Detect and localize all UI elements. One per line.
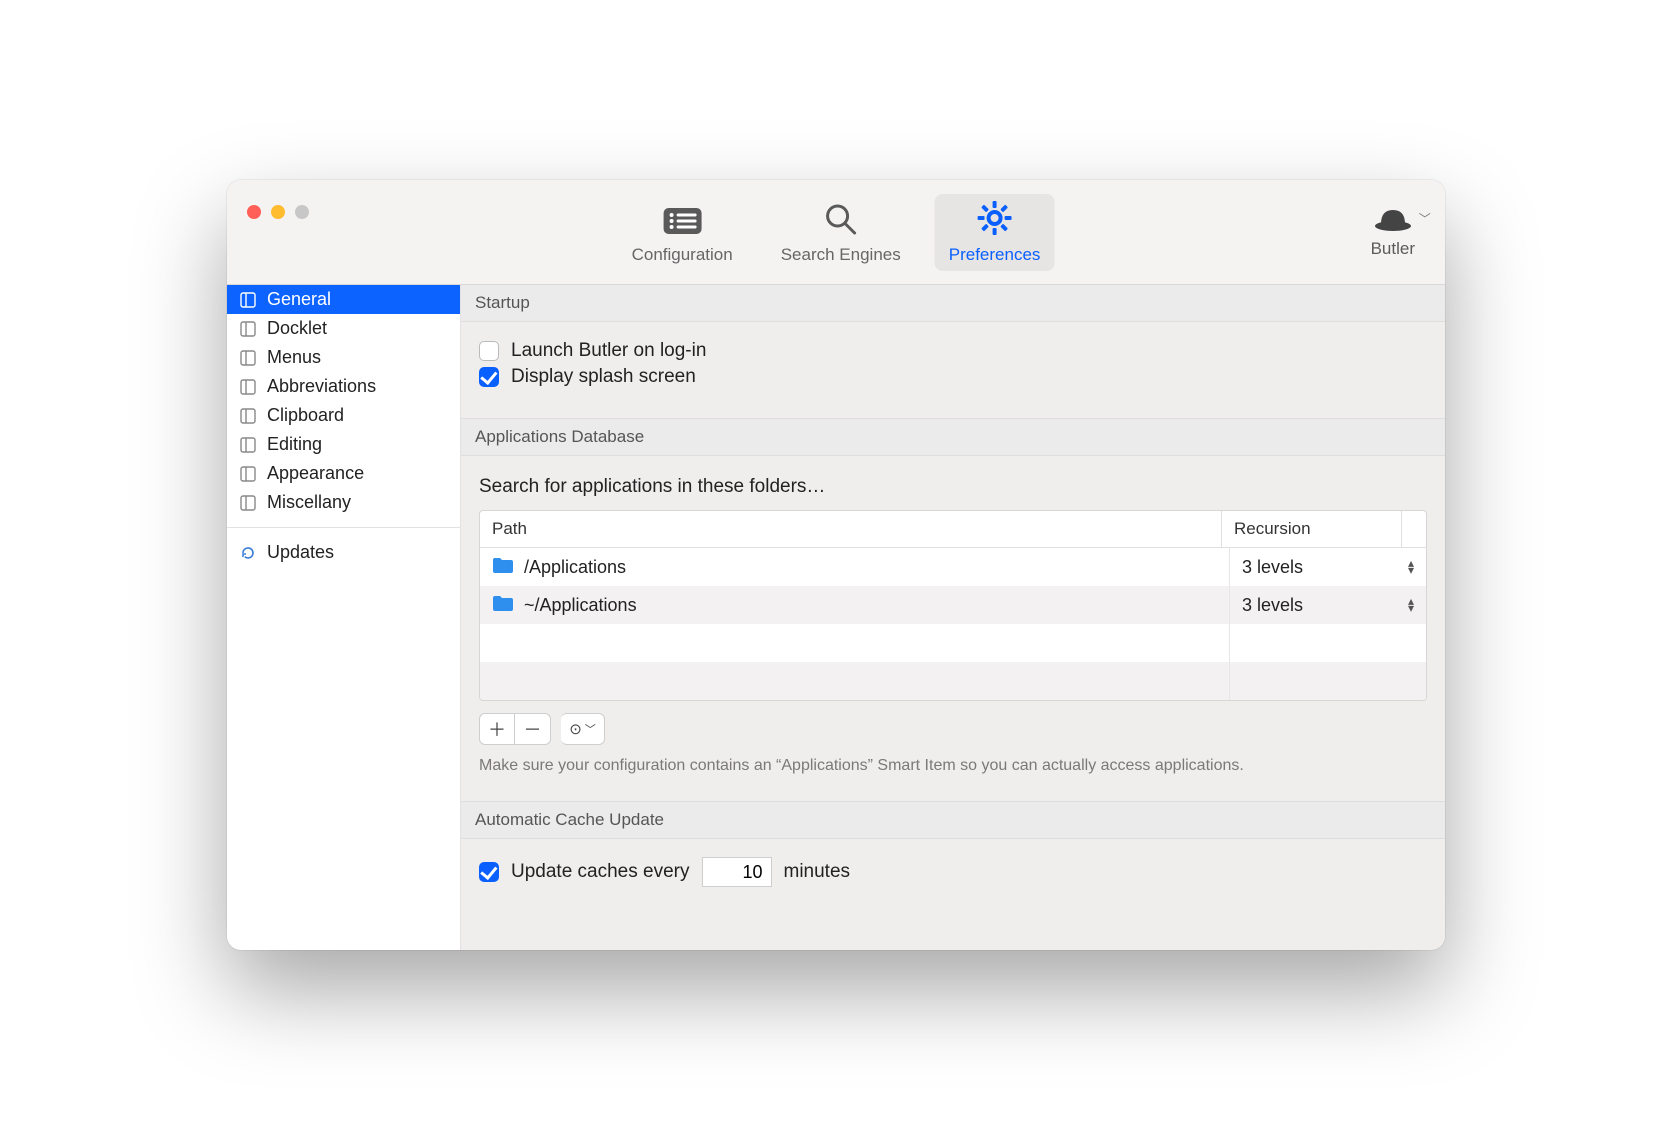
search-icon <box>824 202 858 241</box>
section-cache: Update caches every minutes <box>461 839 1445 917</box>
tab-label: Preferences <box>949 245 1041 265</box>
table-controls: ＋ － ⊙ ﹀ <box>479 713 1427 745</box>
pane-icon <box>239 320 257 338</box>
minimize-window-button[interactable] <box>271 205 285 219</box>
launch-on-login-row: Launch Butler on log-in <box>479 340 1427 362</box>
pane-icon <box>239 291 257 309</box>
table-row[interactable]: ~/Applications 3 levels ▴▾ <box>480 586 1426 624</box>
path-text: /Applications <box>524 557 626 578</box>
app-menu[interactable]: ﹀ Butler <box>1371 206 1415 259</box>
hat-icon: ﹀ <box>1373 206 1413 237</box>
table-empty-row <box>480 662 1426 700</box>
section-startup: Launch Butler on log-in Display splash s… <box>461 322 1445 418</box>
app-menu-label: Butler <box>1371 239 1415 259</box>
toolbar-tabs: Configuration Search Engines Preferences <box>618 194 1055 271</box>
column-path[interactable]: Path <box>480 511 1222 547</box>
tab-search-engines[interactable]: Search Engines <box>767 196 915 271</box>
sidebar-item-label: Editing <box>267 434 322 455</box>
cache-interval-unit: minutes <box>784 861 851 883</box>
chevron-down-icon: ﹀ <box>1419 210 1431 227</box>
actions-menu-button[interactable]: ⊙ ﹀ <box>561 713 605 745</box>
path-text: ~/Applications <box>524 595 637 616</box>
update-caches-checkbox[interactable] <box>479 862 499 882</box>
sidebar-item-label: Menus <box>267 347 321 368</box>
sidebar-item-abbreviations[interactable]: Abbreviations <box>227 372 460 401</box>
sidebar: General Docklet Menus Abbreviations Clip… <box>227 285 461 950</box>
table-empty-row <box>480 624 1426 662</box>
folder-icon <box>492 594 514 617</box>
column-spacer <box>1402 511 1426 547</box>
sidebar-divider <box>227 527 460 528</box>
launch-on-login-checkbox[interactable] <box>479 341 499 361</box>
update-caches-row: Update caches every minutes <box>479 857 1427 887</box>
folder-icon <box>492 556 514 579</box>
cell-recursion[interactable]: 3 levels ▴▾ <box>1230 548 1426 586</box>
add-folder-button[interactable]: ＋ <box>479 713 515 745</box>
sidebar-item-label: Clipboard <box>267 405 344 426</box>
recursion-value: 3 levels <box>1242 595 1303 616</box>
section-header-cache: Automatic Cache Update <box>461 801 1445 839</box>
cell-path: /Applications <box>480 548 1230 586</box>
appdb-subhead: Search for applications in these folders… <box>479 476 1427 498</box>
close-window-button[interactable] <box>247 205 261 219</box>
sidebar-item-general[interactable]: General <box>227 285 460 314</box>
toolbar: Configuration Search Engines Preferences… <box>227 180 1445 285</box>
sidebar-item-label: Miscellany <box>267 492 351 513</box>
sidebar-item-updates[interactable]: Updates <box>227 538 460 567</box>
chevron-down-icon: ﹀ <box>585 721 596 737</box>
preferences-window: Configuration Search Engines Preferences… <box>227 180 1445 950</box>
folders-table: Path Recursion /Applications 3 levels ▴▾ <box>479 510 1427 701</box>
section-header-startup: Startup <box>461 285 1445 322</box>
gear-icon <box>977 200 1013 241</box>
appdb-help-text: Make sure your configuration contains an… <box>479 757 1427 775</box>
sidebar-item-clipboard[interactable]: Clipboard <box>227 401 460 430</box>
update-caches-label: Update caches every <box>511 861 690 883</box>
body: General Docklet Menus Abbreviations Clip… <box>227 285 1445 950</box>
window-controls <box>247 205 309 219</box>
refresh-icon <box>239 544 257 562</box>
sidebar-item-label: General <box>267 289 331 310</box>
sidebar-item-menus[interactable]: Menus <box>227 343 460 372</box>
pane-icon <box>239 436 257 454</box>
pane-icon <box>239 465 257 483</box>
pane-icon <box>239 407 257 425</box>
splash-screen-checkbox[interactable] <box>479 367 499 387</box>
sidebar-item-label: Updates <box>267 542 334 563</box>
column-recursion[interactable]: Recursion <box>1222 511 1402 547</box>
tab-label: Configuration <box>632 245 733 265</box>
list-icon <box>661 206 703 241</box>
stepper-icon[interactable]: ▴▾ <box>1408 560 1414 574</box>
pane-icon <box>239 378 257 396</box>
pane-icon <box>239 349 257 367</box>
splash-screen-row: Display splash screen <box>479 366 1427 388</box>
launch-on-login-label: Launch Butler on log-in <box>511 340 706 362</box>
table-row[interactable]: /Applications 3 levels ▴▾ <box>480 548 1426 586</box>
remove-folder-button[interactable]: － <box>515 713 551 745</box>
table-header: Path Recursion <box>480 511 1426 548</box>
cell-recursion[interactable]: 3 levels ▴▾ <box>1230 586 1426 624</box>
sidebar-item-editing[interactable]: Editing <box>227 430 460 459</box>
tab-label: Search Engines <box>781 245 901 265</box>
splash-screen-label: Display splash screen <box>511 366 696 388</box>
sidebar-item-appearance[interactable]: Appearance <box>227 459 460 488</box>
sidebar-item-docklet[interactable]: Docklet <box>227 314 460 343</box>
ellipsis-circle-icon: ⊙ <box>569 720 582 738</box>
cell-path: ~/Applications <box>480 586 1230 624</box>
recursion-value: 3 levels <box>1242 557 1303 578</box>
sidebar-item-label: Abbreviations <box>267 376 376 397</box>
pane-icon <box>239 494 257 512</box>
tab-preferences[interactable]: Preferences <box>935 194 1055 271</box>
cache-interval-input[interactable] <box>702 857 772 887</box>
sidebar-item-label: Docklet <box>267 318 327 339</box>
section-header-appdb: Applications Database <box>461 418 1445 456</box>
stepper-icon[interactable]: ▴▾ <box>1408 598 1414 612</box>
tab-configuration[interactable]: Configuration <box>618 200 747 271</box>
sidebar-item-miscellany[interactable]: Miscellany <box>227 488 460 517</box>
content: Startup Launch Butler on log-in Display … <box>461 285 1445 950</box>
sidebar-item-label: Appearance <box>267 463 364 484</box>
add-remove-group: ＋ － <box>479 713 551 745</box>
section-appdb: Search for applications in these folders… <box>461 456 1445 801</box>
zoom-window-button[interactable] <box>295 205 309 219</box>
